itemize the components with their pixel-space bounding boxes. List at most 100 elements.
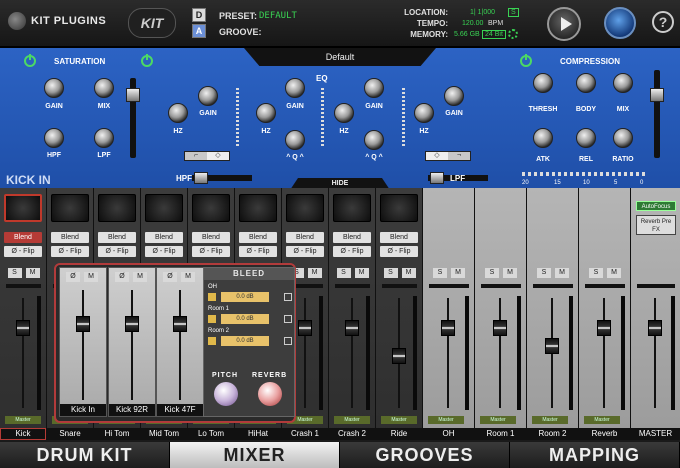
bleed-room1-link-icon[interactable] <box>284 315 292 323</box>
fader-handle[interactable] <box>545 338 559 354</box>
eq-band1-gain-knob[interactable] <box>198 86 218 106</box>
flip-button[interactable]: Ø - Flip <box>98 246 136 257</box>
pan-slider[interactable] <box>533 284 573 288</box>
mute-button[interactable]: M <box>133 272 147 282</box>
fader-handle[interactable] <box>15 320 30 336</box>
pan-slider[interactable] <box>6 284 41 288</box>
tab-grooves[interactable]: GROOVES <box>340 442 510 468</box>
solo-button[interactable]: S <box>383 268 398 278</box>
mute-button[interactable]: M <box>555 268 569 278</box>
d-button[interactable]: D <box>192 8 206 22</box>
bleed-room2-checkbox[interactable] <box>208 337 216 345</box>
eq-band2-hz-knob[interactable] <box>256 103 276 123</box>
mute-button[interactable]: M <box>84 272 98 282</box>
pan-slider[interactable] <box>585 284 625 288</box>
bit-depth-badge[interactable]: 24 Bit <box>482 30 506 39</box>
eq-band3-gain-knob[interactable] <box>364 78 384 98</box>
flip-button[interactable]: Ø - Flip <box>51 246 89 257</box>
blend-button[interactable]: Blend <box>98 232 136 243</box>
blend-button[interactable]: Blend <box>51 232 89 243</box>
sat-lpf-knob[interactable] <box>94 128 114 148</box>
tab-mixer[interactable]: MIXER <box>170 442 340 468</box>
mute-button[interactable]: M <box>503 268 517 278</box>
drum-pad[interactable] <box>145 194 183 222</box>
sat-mix-knob[interactable] <box>94 78 114 98</box>
comp-rel-knob[interactable] <box>576 128 596 148</box>
drum-pad[interactable] <box>380 194 418 222</box>
fader-handle[interactable] <box>493 320 507 336</box>
drum-pad[interactable] <box>4 194 42 222</box>
eq-band2-gain-knob[interactable] <box>285 78 305 98</box>
eq-band3-hz-knob[interactable] <box>334 103 354 123</box>
pan-slider[interactable] <box>637 284 675 288</box>
solo-button[interactable]: S <box>433 268 447 278</box>
bleed-room1-value[interactable]: 0.0 dB <box>221 314 269 324</box>
comp-thresh-knob[interactable] <box>533 73 553 93</box>
fader-handle[interactable] <box>597 320 611 336</box>
solo-button[interactable]: S <box>485 268 499 278</box>
fader-handle[interactable] <box>391 348 406 364</box>
a-button[interactable]: A <box>192 24 206 38</box>
eq-band2-q-knob[interactable] <box>285 130 305 150</box>
drum-pad[interactable] <box>239 194 277 222</box>
bleed-room2-link-icon[interactable] <box>284 337 292 345</box>
autofocus-button[interactable]: AutoFocus <box>636 201 676 211</box>
sat-hpf-knob[interactable] <box>44 128 64 148</box>
eq-band4-gain-knob[interactable] <box>444 86 464 106</box>
tempo-value[interactable]: 120.00 <box>462 20 483 27</box>
comp-fader-handle[interactable] <box>650 88 664 102</box>
fader-handle[interactable] <box>441 320 455 336</box>
fader-handle[interactable] <box>125 316 139 332</box>
mute-button[interactable]: M <box>181 272 195 282</box>
pitch-knob[interactable] <box>214 382 238 406</box>
bleed-oh-checkbox[interactable] <box>208 293 216 301</box>
blend-button[interactable]: Blend <box>192 232 230 243</box>
drum-pad[interactable] <box>51 194 89 222</box>
blend-button[interactable]: Blend <box>380 232 418 243</box>
blend-button[interactable]: Blend <box>145 232 183 243</box>
pan-slider[interactable] <box>481 284 521 288</box>
eq-power-icon[interactable] <box>141 54 153 67</box>
phase-button[interactable]: Ø <box>163 272 177 282</box>
compression-power-icon[interactable] <box>520 54 532 67</box>
da-switch[interactable]: D A <box>192 8 206 38</box>
bleed-oh-link-icon[interactable] <box>284 293 292 301</box>
eq-high-shape-toggle[interactable]: ◇ ¬ <box>425 151 471 161</box>
drum-pad[interactable] <box>333 194 371 222</box>
pan-slider[interactable] <box>429 284 469 288</box>
bleed-oh-value[interactable]: 0.0 dB <box>221 292 269 302</box>
flip-button[interactable]: Ø - Flip <box>192 246 230 257</box>
phase-button[interactable]: Ø <box>115 272 129 282</box>
play-button[interactable] <box>547 7 581 41</box>
comp-ratio-knob[interactable] <box>613 128 633 148</box>
fader-handle[interactable] <box>173 316 187 332</box>
comp-body-knob[interactable] <box>576 73 596 93</box>
flip-button[interactable]: Ø - Flip <box>286 246 324 257</box>
location-value[interactable]: 1| 1|000 <box>470 9 495 16</box>
mute-button[interactable]: M <box>25 268 40 278</box>
mute-button[interactable]: M <box>354 268 369 278</box>
mute-button[interactable]: M <box>607 268 621 278</box>
sat-gain-knob[interactable] <box>44 78 64 98</box>
settings-small-icon[interactable] <box>508 29 518 39</box>
drum-pad[interactable] <box>286 194 324 222</box>
flip-button[interactable]: Ø - Flip <box>145 246 183 257</box>
blend-button[interactable]: Blend <box>333 232 371 243</box>
flip-button[interactable]: Ø - Flip <box>239 246 277 257</box>
flip-button[interactable]: Ø - Flip <box>4 246 42 257</box>
solo-button[interactable]: S <box>336 268 351 278</box>
mute-button[interactable]: M <box>451 268 465 278</box>
comp-mix-knob[interactable] <box>613 73 633 93</box>
eq-band4-hz-knob[interactable] <box>414 103 434 123</box>
solo-button[interactable]: S <box>589 268 603 278</box>
pan-slider[interactable] <box>382 284 417 288</box>
panel-preset-tab[interactable]: Default <box>244 48 436 66</box>
blend-button[interactable]: Blend <box>239 232 277 243</box>
sat-fader-handle[interactable] <box>126 88 140 102</box>
blend-button[interactable]: Blend <box>286 232 324 243</box>
preset-value[interactable]: DEFAULT <box>259 11 297 21</box>
pan-slider[interactable] <box>335 284 370 288</box>
comp-atk-knob[interactable] <box>533 128 553 148</box>
location-s-button[interactable]: S <box>508 8 519 17</box>
phase-button[interactable]: Ø <box>66 272 80 282</box>
